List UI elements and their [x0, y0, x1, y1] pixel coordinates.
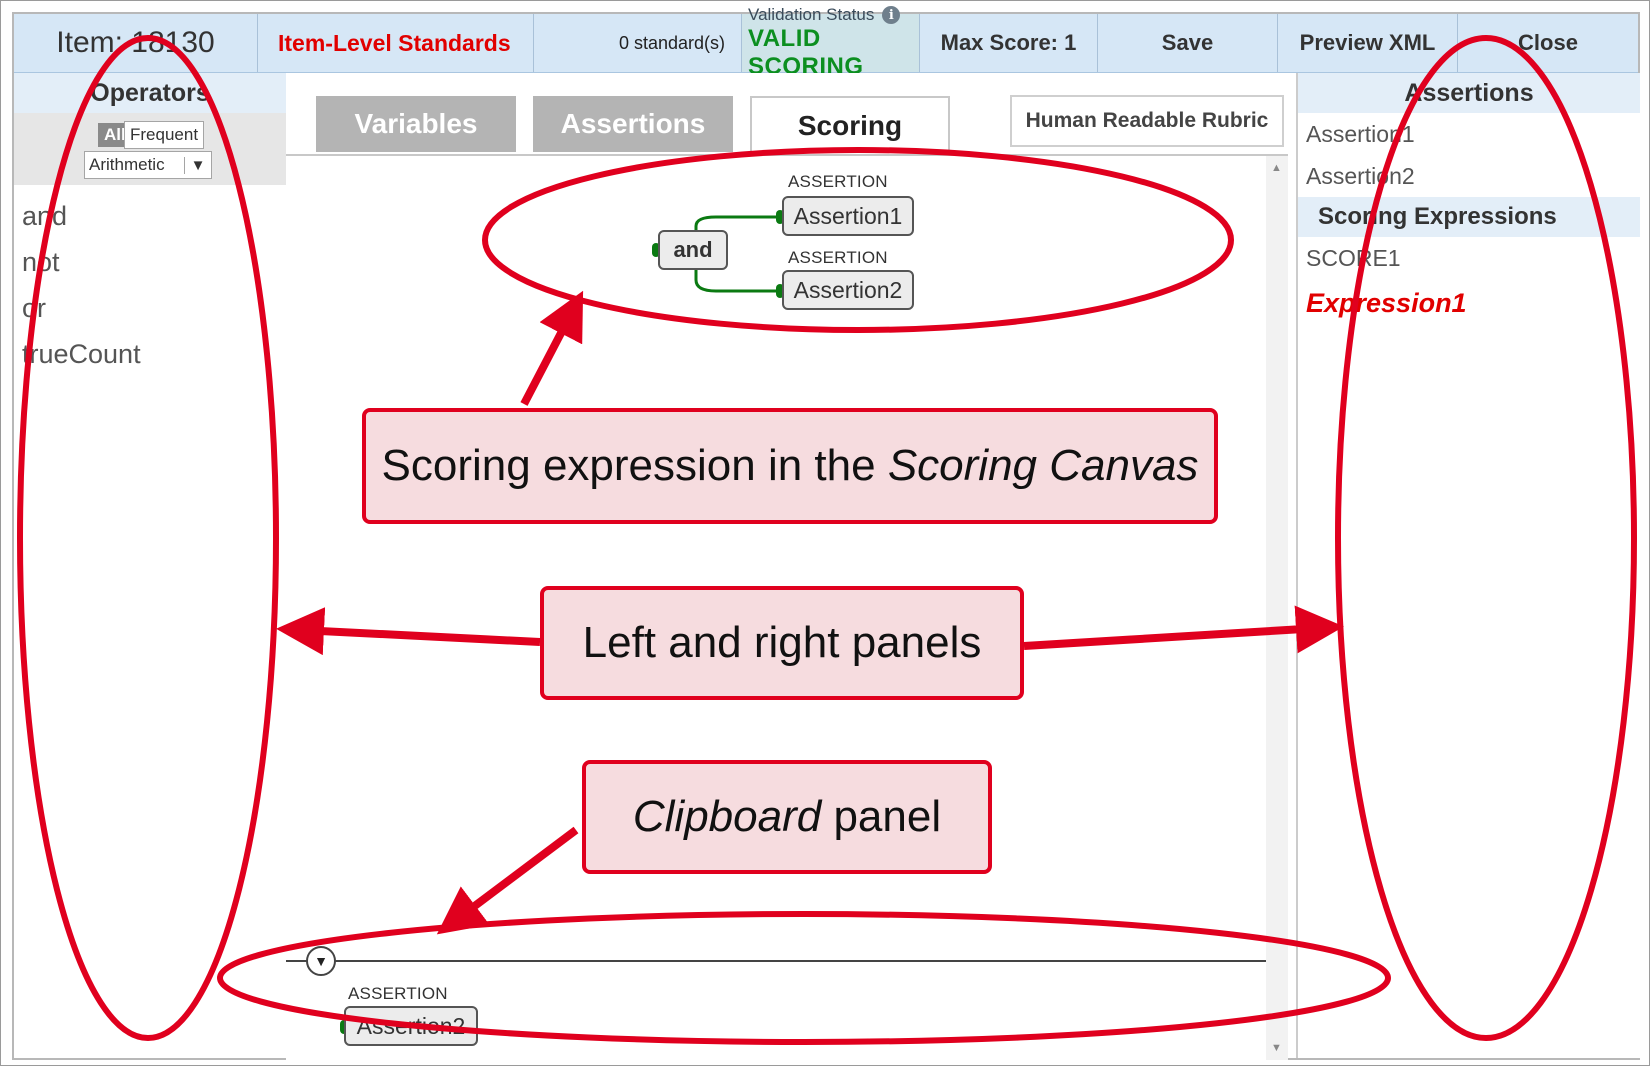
annotation-text-italic: Scoring Canvas [887, 441, 1199, 490]
annotation-clipboard-text: Clipboard panel [633, 792, 941, 842]
arrow-to-canvas [520, 290, 584, 406]
right-panel-highlight [1335, 35, 1637, 1041]
annotation-scoring-canvas: Scoring expression in the Scoring Canvas [362, 408, 1218, 524]
annotation-left-right-text: Left and right panels [582, 618, 982, 667]
canvas-highlight [482, 147, 1234, 333]
annotation-overlay [17, 35, 1637, 1045]
annotation-text-italic: Clipboard [632, 792, 822, 841]
arrow-to-clipboard [436, 826, 579, 935]
annotation-text-prefix: Scoring expression in the [381, 441, 888, 490]
clipboard-highlight [217, 911, 1391, 1045]
arrow-to-left-panel [276, 607, 541, 656]
annotation-clipboard-panel: Clipboard panel [582, 760, 992, 874]
arrow-to-right-panel [1023, 605, 1344, 654]
annotation-left-right-panels: Left and right panels [540, 586, 1024, 700]
annotation-scoring-canvas-text: Scoring expression in the Scoring Canvas [382, 441, 1199, 491]
annotation-text-suffix: panel [821, 792, 942, 841]
left-panel-highlight [17, 35, 279, 1041]
